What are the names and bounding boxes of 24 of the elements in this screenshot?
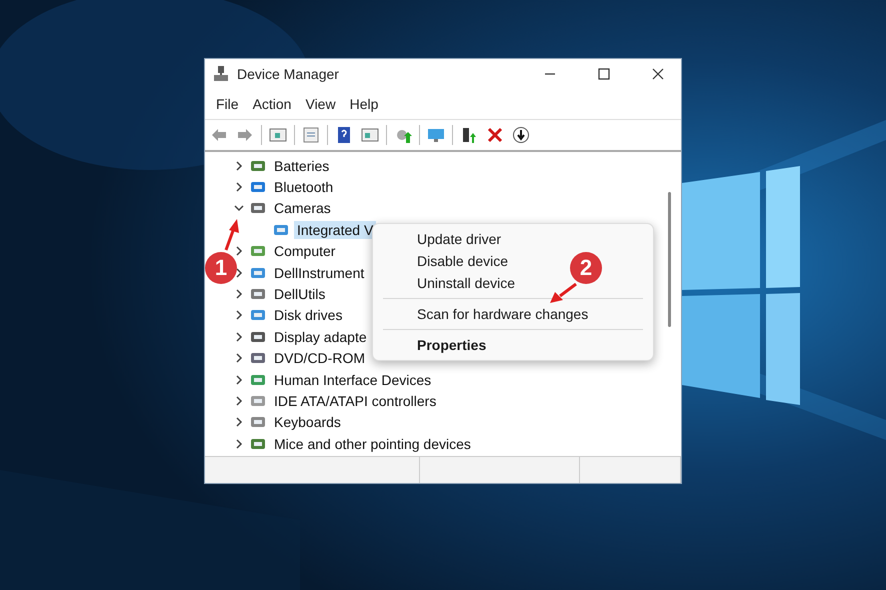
tree-item[interactable]: Display adapte — [271, 328, 370, 346]
tree-item[interactable]: Cameras — [271, 199, 334, 218]
tree-item[interactable]: DellInstrument — [271, 264, 368, 282]
tree-item[interactable]: Keyboards — [271, 413, 344, 432]
context-menu-item[interactable]: Disable device — [413, 250, 512, 272]
tree-item[interactable]: Integrated V — [294, 220, 376, 239]
tree-item[interactable]: Disk drives — [271, 306, 346, 324]
tree-item[interactable]: Computer — [271, 242, 338, 260]
menu-item[interactable]: View — [298, 96, 343, 112]
tree-item[interactable]: Mice and other pointing devices — [271, 434, 474, 453]
context-menu-item[interactable]: Update driver — [413, 228, 506, 250]
tree-item[interactable]: IDE ATA/ATAPI controllers — [271, 392, 440, 410]
menu-item[interactable]: Help — [342, 96, 386, 112]
context-menu-item[interactable]: Uninstall device — [413, 272, 520, 294]
tree-item[interactable]: Batteries — [271, 156, 332, 175]
tree-item[interactable]: Human Interface Devices — [271, 370, 434, 389]
menu-item[interactable]: File — [209, 96, 246, 112]
window-title: Device Manager — [237, 66, 340, 82]
tree-item[interactable]: DellUtils — [271, 285, 328, 304]
context-menu-item[interactable]: Properties — [413, 334, 490, 356]
menu-item[interactable]: Action — [246, 96, 298, 112]
tree-item[interactable]: Bluetooth — [271, 178, 336, 196]
tree-item[interactable]: DVD/CD-ROM — [271, 349, 368, 368]
context-menu-item[interactable]: Scan for hardware changes — [413, 303, 592, 325]
